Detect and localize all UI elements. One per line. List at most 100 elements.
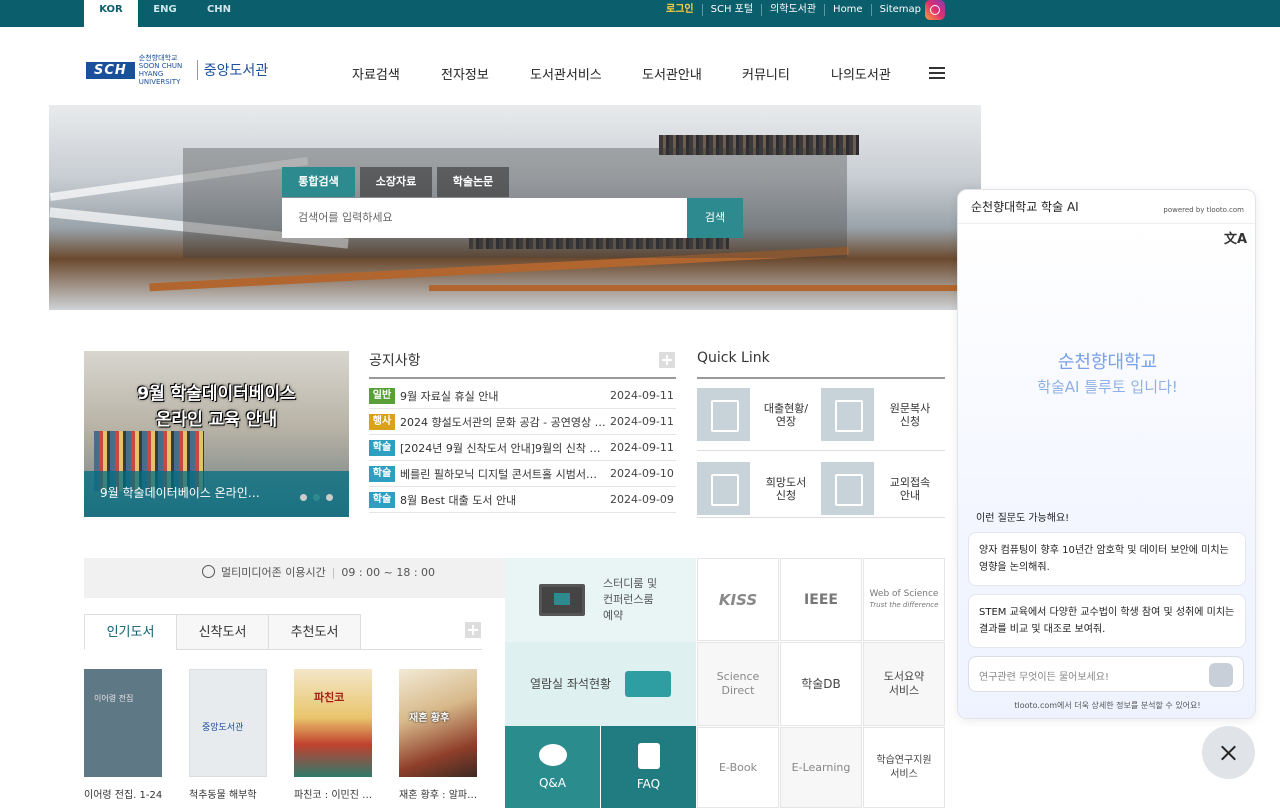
notice-item[interactable]: 학술 베를린 필하모닉 디지털 콘서트홀 시범서비스 2024-09-10 xyxy=(369,461,676,487)
book-title[interactable]: 재혼 황후 : 알파타르트 xyxy=(399,786,483,801)
book-summary-tile[interactable]: 도서요약 서비스 xyxy=(863,642,945,726)
login-link[interactable]: 로그인 xyxy=(658,4,702,16)
search-tab-articles[interactable]: 학술논문 xyxy=(437,167,509,197)
quicklink-label: 대출현황/연장 xyxy=(763,402,809,428)
ebook-tile[interactable]: E-Book xyxy=(697,727,779,808)
hamburger-menu-icon[interactable] xyxy=(929,67,945,79)
banner-caption: 9월 학술데이터베이스 온라인 교육 안내 xyxy=(84,471,349,517)
kiss-logo: KISS xyxy=(718,590,758,609)
notice-item[interactable]: 일반 9월 자료실 휴실 안내 2024-09-11 xyxy=(369,383,676,409)
tile-label: E-Learning xyxy=(791,760,851,774)
book-title[interactable]: 이어령 전집. 1-24 xyxy=(84,786,168,801)
quicklink-book-request[interactable]: 희망도서 신청 xyxy=(697,462,817,518)
wos-tagline: Trust the difference xyxy=(869,600,939,609)
quicklink-copy-request[interactable]: 원문복사 신청 xyxy=(821,388,941,444)
kiss-tile[interactable]: KISS xyxy=(697,558,779,641)
tile-label: 서비스 xyxy=(890,768,918,780)
home-link[interactable]: Home xyxy=(824,4,871,16)
lang-chn[interactable]: CHN xyxy=(192,0,246,27)
book-cover[interactable]: 재혼 황후 xyxy=(399,669,477,777)
tab-new-books[interactable]: 신착도서 xyxy=(176,614,269,650)
elearning-tile[interactable]: E-Learning xyxy=(780,727,862,808)
tile-label: 학습연구지원 xyxy=(876,754,932,766)
gnb-about[interactable]: 도서관안내 xyxy=(642,64,702,83)
notice-title: 공지사항 xyxy=(369,353,421,369)
suggestion-card[interactable]: STEM 교육에서 다양한 교수법이 학생 참여 및 성취에 미치는 결과를 비… xyxy=(968,594,1246,648)
search-button[interactable]: 검색 xyxy=(687,198,743,238)
seats-icon xyxy=(625,671,672,697)
ieee-tile[interactable]: IEEE xyxy=(780,558,862,641)
book-cover-text: 중앙도서관 xyxy=(202,723,244,733)
gnb-services[interactable]: 도서관서비스 xyxy=(530,64,602,83)
gnb-e-resources[interactable]: 전자정보 xyxy=(441,64,489,83)
gnb-search[interactable]: 자료검색 xyxy=(352,64,400,83)
banner-headline-2: 온라인 교육 안내 xyxy=(155,410,278,430)
book-search-icon xyxy=(697,462,750,515)
tile-label: 컨퍼런스룸 xyxy=(603,593,654,606)
sitemap-link[interactable]: Sitemap xyxy=(870,4,929,16)
chat-input[interactable]: 연구관련 무엇이든 물어보세요! xyxy=(968,656,1244,692)
multimedia-label: 멀티미디어존 이용시간 xyxy=(221,566,326,579)
chat-powered-by[interactable]: powered by tlooto.com xyxy=(1163,206,1244,214)
banner-slide[interactable]: 9월 학술데이터베이스 온라인 교육 안내 9월 학술데이터베이스 온라인 교육… xyxy=(84,351,349,517)
lang-eng[interactable]: ENG xyxy=(138,0,192,27)
notice-more-icon[interactable] xyxy=(659,352,675,368)
notice-item[interactable]: 학술 8월 Best 대출 도서 안내 2024-09-09 xyxy=(369,487,676,513)
qna-tile[interactable]: Q&A xyxy=(505,726,600,808)
faq-tile[interactable]: FAQ xyxy=(601,726,696,808)
quicklink-label: 희망도서 신청 xyxy=(765,476,807,502)
study-room-reservation-tile[interactable]: 스터디룸 및 컨퍼런스룸 예약 xyxy=(505,558,696,642)
notice-item-date: 2024-09-10 xyxy=(610,467,674,480)
tile-label: E-Book xyxy=(719,760,757,774)
tile-label: 학술DB xyxy=(801,677,841,691)
science-direct-tile[interactable]: Science Direct xyxy=(697,642,779,726)
wos-logo: Web of Science xyxy=(869,588,939,599)
medical-library-link[interactable]: 의학도서관 xyxy=(761,4,824,16)
learning-support-tile[interactable]: 학습연구지원서비스 xyxy=(863,727,945,808)
academic-db-tile[interactable]: 학술DB xyxy=(780,642,862,726)
lang-kor[interactable]: KOR xyxy=(84,0,138,27)
search-tab-integrated[interactable]: 통합검색 xyxy=(282,167,355,197)
gnb-community[interactable]: 커뮤니티 xyxy=(742,64,790,83)
tab-baseline xyxy=(361,649,482,650)
library-logo[interactable]: SCH 순천향대학교 SOON CHUN HYANG UNIVERSITY 중앙… xyxy=(86,54,268,86)
quicklink-bottom-divider xyxy=(697,517,945,518)
send-arrow-icon[interactable] xyxy=(1209,663,1233,687)
suggestion-card[interactable]: 양자 컴퓨팅이 향후 10년간 암호학 및 데이터 보안에 미치는 영향을 논의… xyxy=(968,532,1246,586)
suggestion-heading: 이런 질문도 가능해요! xyxy=(976,513,1070,524)
book-cover[interactable]: 파친코 xyxy=(294,669,372,777)
quicklink-divider xyxy=(697,377,945,379)
slide-dot-3[interactable] xyxy=(326,494,333,501)
book-cover-text: 재혼 황후 xyxy=(409,713,450,724)
close-icon[interactable] xyxy=(1202,726,1255,779)
quicklink-row-divider xyxy=(697,450,945,451)
book-cover-text: 파친코 xyxy=(314,691,345,704)
instagram-icon[interactable] xyxy=(925,0,945,20)
slide-dot-2[interactable] xyxy=(313,494,320,501)
tile-label: 예약 xyxy=(603,609,624,622)
slide-dot-1[interactable] xyxy=(300,494,307,501)
search-input[interactable]: 검색어를 입력하세요 xyxy=(282,198,687,238)
gnb-my-library[interactable]: 나의도서관 xyxy=(831,64,891,83)
top-links: 로그인 SCH 포털 의학도서관 Home Sitemap xyxy=(658,4,929,16)
notice-item[interactable]: 행사 2024 향설도서관의 문화 공감 - 공연영상 상영회 2024-09-… xyxy=(369,409,676,435)
book-cover[interactable]: 중앙도서관 xyxy=(189,669,267,777)
book-title[interactable]: 척추동물 해부학 xyxy=(189,786,273,801)
university-name: 순천향대학교 SOON CHUN HYANG UNIVERSITY xyxy=(138,54,183,86)
reading-room-seats-tile[interactable]: 열람실 좌석현황 xyxy=(505,642,696,726)
quicklink-loan-renewal[interactable]: 대출현황/연장 xyxy=(697,388,817,444)
notice-item[interactable]: 학술 [2024년 9월 신착도서 안내]9월의 신착 도서 2024-09-1… xyxy=(369,435,676,461)
sch-portal-link[interactable]: SCH 포털 xyxy=(701,4,761,16)
search-tab-holdings[interactable]: 소장자료 xyxy=(360,167,432,197)
tab-recommended-books[interactable]: 추천도서 xyxy=(268,614,361,650)
translate-icon[interactable]: 文A xyxy=(1224,228,1247,247)
tab-popular-books[interactable]: 인기도서 xyxy=(84,614,177,650)
web-of-science-tile[interactable]: Web of Science Trust the difference xyxy=(863,558,945,641)
book-cover[interactable]: 이어령 전집 xyxy=(84,669,162,777)
quicklink-remote-access[interactable]: 교외접속 안내 xyxy=(821,462,941,518)
sch-logo-mark: SCH xyxy=(86,61,135,79)
books-more-icon[interactable] xyxy=(465,622,481,638)
book-title[interactable]: 파친코 : 이민진 장편소설 xyxy=(294,786,378,801)
tile-label: 열람실 좌석현황 xyxy=(529,677,612,691)
hand-touch-icon xyxy=(697,388,750,441)
